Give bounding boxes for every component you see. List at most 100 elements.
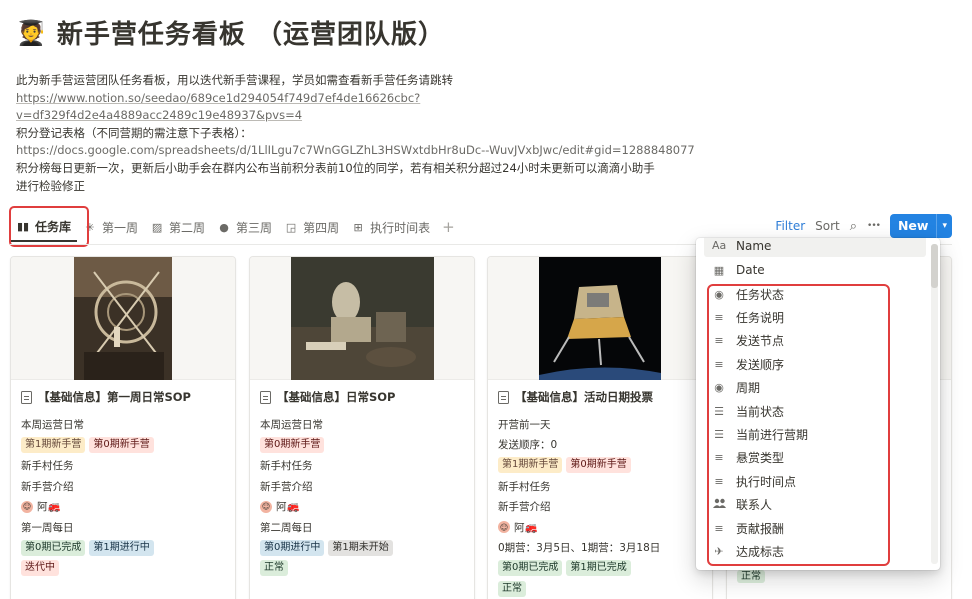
desc-line-4: 进行检验修正 <box>16 178 85 193</box>
cover-image-still-life <box>290 257 434 380</box>
prop-text: 第一周每日 <box>21 521 74 534</box>
page-title-text: 新手营任务看板 （运营团队版） <box>56 20 445 50</box>
notion-link-b[interactable]: v=df329f4d2e4a4889acc2489c19e48937&pvs=4 <box>16 107 696 125</box>
prop-text: 第二周每日 <box>260 521 313 534</box>
prop-row: 发送顺序：0 <box>498 435 702 456</box>
prop-row: 正常 <box>498 579 702 599</box>
tab-label: 第一周 <box>102 220 139 235</box>
highlight-box-tab <box>9 206 89 247</box>
notion-link-a[interactable]: https://www.notion.so/seedao/689ce1d2940… <box>16 90 696 108</box>
tag: 第0期新手营 <box>89 436 154 453</box>
desc-line-1: 此为新手营运营团队任务看板，用以迭代新手营课程，学员如需查看新手营任务请跳转 <box>16 73 453 87</box>
prop-text: 新手营介绍 <box>498 501 551 514</box>
sort-button[interactable]: Sort <box>815 219 840 233</box>
prop-row: 新手营介绍 <box>21 476 225 497</box>
prop-row: ☺ 阿🚒 <box>498 517 702 538</box>
tag: 第0期新手营 <box>566 457 631 474</box>
tab-label: 第四周 <box>303 220 340 235</box>
tab-schedule[interactable]: ⊞ 执行时间表 <box>345 212 436 242</box>
prop-row: 正常 <box>737 570 765 584</box>
prop-text: 新手村任务 <box>260 459 313 472</box>
prop-row: 本周运营日常 <box>21 414 225 435</box>
cover-image-lunar-module <box>539 257 661 380</box>
prop-text: 开营前一天 <box>498 418 551 431</box>
sheets-link[interactable]: https://docs.google.com/spreadsheets/d/1… <box>16 142 696 160</box>
tag: 正常 <box>498 581 526 598</box>
tag: 第0期进行中 <box>260 539 325 556</box>
property-item-name[interactable]: Aa Name <box>704 238 926 258</box>
search-icon[interactable]: ⌕ <box>850 219 857 234</box>
tab-week-3[interactable]: ● 第三周 <box>211 212 278 242</box>
tag: 第1期新手营 <box>498 457 563 474</box>
scrollbar-thumb[interactable] <box>931 244 938 288</box>
tag: 第0期已完成 <box>498 560 563 577</box>
image-icon: ▨ <box>151 220 163 234</box>
tag: 第0期已完成 <box>21 539 86 556</box>
tag: 正常 <box>737 570 765 583</box>
card-title-text: 【基础信息】活动日期投票 <box>515 390 653 404</box>
chart-icon: ◲ <box>285 220 297 234</box>
person-name: 阿🚒 <box>276 501 300 514</box>
more-icon[interactable]: ••• <box>867 221 881 231</box>
tab-label: 第二周 <box>169 220 206 235</box>
prop-text: 0期营：3月5日、1期营：3月18日 <box>498 542 661 555</box>
tag: 第1期已完成 <box>566 560 631 577</box>
add-view-icon[interactable]: + <box>436 218 461 236</box>
prop-text: 新手营介绍 <box>260 480 313 493</box>
chevron-down-icon[interactable]: ▾ <box>936 214 952 238</box>
page-description: 此为新手营运营团队任务看板，用以迭代新手营课程，学员如需查看新手营任务请跳转 h… <box>16 72 696 195</box>
prop-row: 开营前一天 <box>498 414 702 435</box>
prop-text: 发送顺序：0 <box>498 439 558 452</box>
student-icon: 🧑‍🎓 <box>16 18 47 47</box>
prop-row: 迭代中 <box>21 558 225 579</box>
property-label: Date <box>736 263 765 278</box>
tab-label: 执行时间表 <box>370 220 431 235</box>
page-icon <box>260 390 271 404</box>
tag: 第1期进行中 <box>89 539 154 556</box>
prop-row: 新手村任务 <box>498 476 702 497</box>
page-title: 🧑‍🎓 新手营任务看板 （运营团队版） <box>16 14 445 51</box>
tag: 正常 <box>260 560 288 577</box>
card-title: 【基础信息】第一周日常SOP <box>21 389 225 405</box>
prop-row: 第一周每日 <box>21 517 225 538</box>
card-cover <box>11 257 235 380</box>
person-name: 阿🚒 <box>37 501 61 514</box>
avatar: ☺ <box>260 500 272 513</box>
prop-text: 本周运营日常 <box>21 418 84 431</box>
gallery-card[interactable]: 【基础信息】日常SOP 本周运营日常 第0期新手营 新手村任务 新手营介绍 ☺ 阿… <box>249 256 475 599</box>
new-button[interactable]: New <box>890 214 937 238</box>
cover-image-telescope <box>74 257 172 380</box>
tag: 第0期新手营 <box>260 436 325 453</box>
prop-row: 正常 <box>260 558 464 579</box>
gallery-card[interactable]: 【基础信息】活动日期投票 开营前一天 发送顺序：0 第1期新手营 第0期新手营 … <box>487 256 713 599</box>
tab-week-2[interactable]: ▨ 第二周 <box>144 212 211 242</box>
view-toolbar: Filter Sort ⌕ ••• New ▾ <box>775 214 952 238</box>
highlight-box-properties <box>707 284 890 566</box>
prop-row: 新手营介绍 <box>498 496 702 517</box>
prop-row: 第0期已完成 第1期已完成 <box>498 558 702 579</box>
desc-line-3: 积分榜每日更新一次，更新后小助手会在群内公布当前积分表前10位的同学，若有相关积… <box>16 160 655 175</box>
prop-row: 第二周每日 <box>260 517 464 538</box>
card-title: 【基础信息】日常SOP <box>260 389 464 405</box>
gallery-card[interactable]: 【基础信息】第一周日常SOP 本周运营日常 第1期新手营 第0期新手营 新手村任… <box>10 256 236 599</box>
tag: 第1期新手营 <box>21 436 86 453</box>
prop-row: 第0期进行中 第1期未开始 <box>260 538 464 559</box>
prop-text: 新手营介绍 <box>21 480 74 493</box>
tab-week-4[interactable]: ◲ 第四周 <box>278 212 345 242</box>
prop-row: 0期营：3月5日、1期营：3月18日 <box>498 538 702 559</box>
apple-icon: ● <box>219 220 229 234</box>
table-icon: ⊞ <box>353 220 363 234</box>
tag: 第1期未开始 <box>328 539 393 556</box>
property-item-date[interactable]: ▦ Date <box>704 259 926 282</box>
prop-row: 新手村任务 <box>21 455 225 476</box>
prop-row: 新手村任务 <box>260 455 464 476</box>
scrollbar-track[interactable] <box>931 244 938 564</box>
calendar-icon: ▦ <box>713 263 725 277</box>
prop-text: 新手村任务 <box>21 459 74 472</box>
filter-button[interactable]: Filter <box>775 219 805 233</box>
prop-row: 第0期已完成 第1期进行中 <box>21 538 225 559</box>
avatar: ☺ <box>21 500 33 513</box>
desc-line-2: 积分登记表格（不同营期的需注意下子表格）： <box>16 125 252 140</box>
prop-text: 本周运营日常 <box>260 418 323 431</box>
page-icon <box>21 390 32 404</box>
